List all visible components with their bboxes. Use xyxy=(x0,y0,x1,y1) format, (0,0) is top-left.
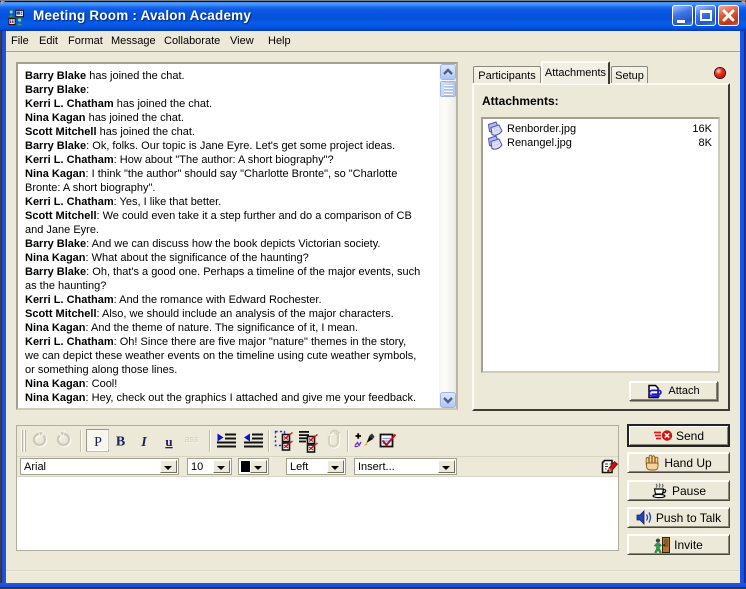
svg-text:ass: ass xyxy=(184,434,199,444)
svg-text:u: u xyxy=(165,434,172,449)
svg-text:P: P xyxy=(94,435,102,450)
svg-text:I: I xyxy=(140,435,147,450)
svg-text:B: B xyxy=(116,435,125,450)
